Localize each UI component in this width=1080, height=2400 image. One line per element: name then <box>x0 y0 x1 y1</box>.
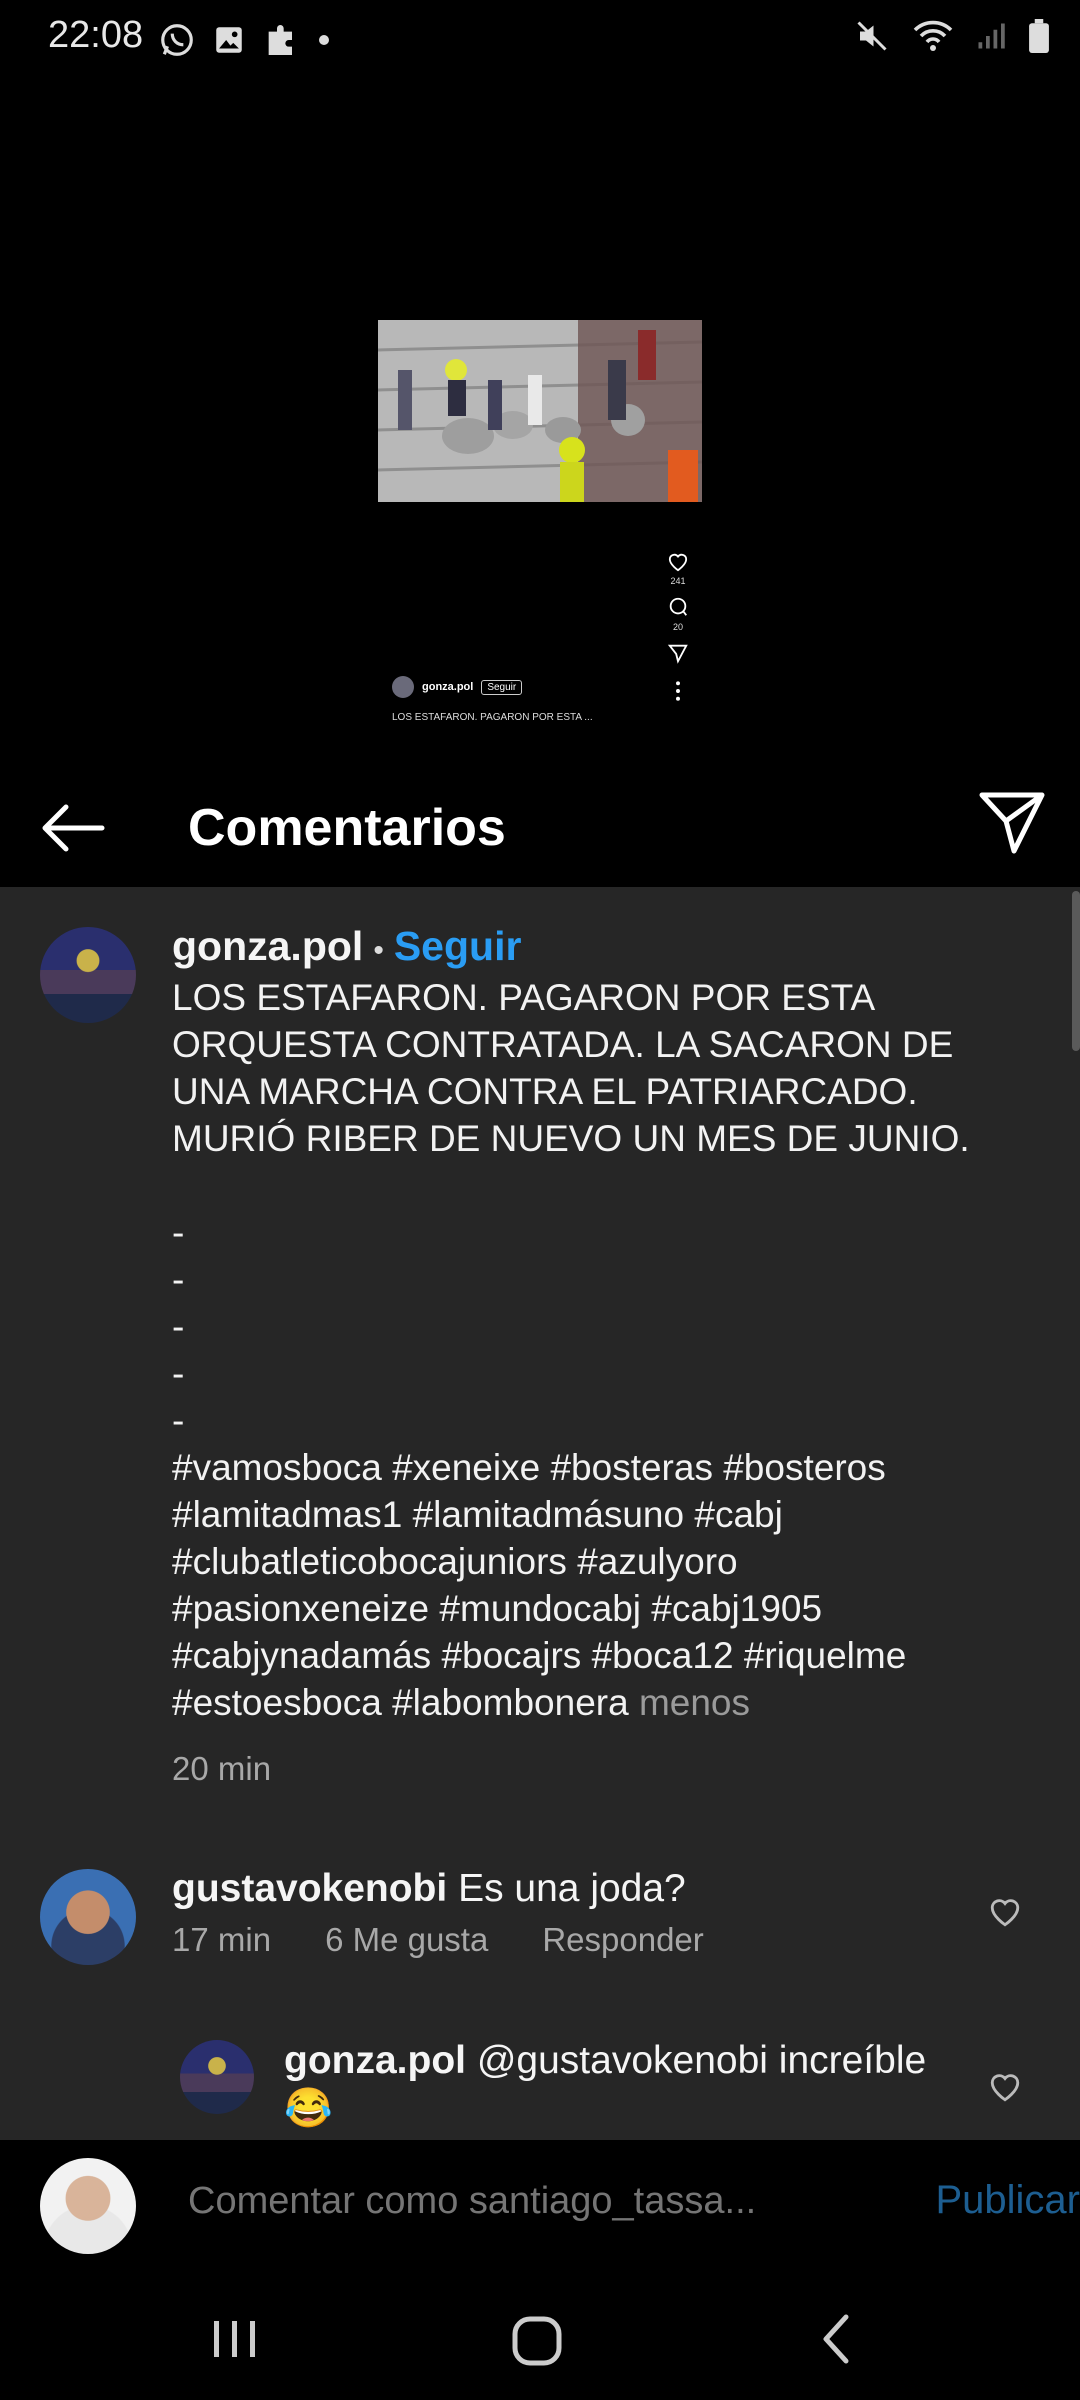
whatsapp-icon <box>161 24 193 56</box>
heart-icon[interactable] <box>667 552 689 572</box>
status-icons-right <box>854 18 1050 54</box>
avatar[interactable] <box>40 2158 136 2254</box>
battery-icon <box>1029 19 1049 53</box>
back-button[interactable] <box>38 793 108 863</box>
status-icons-left <box>158 18 330 62</box>
caption-time: 20 min <box>172 1750 272 1787</box>
avatar[interactable] <box>40 1869 136 1965</box>
avatar[interactable] <box>392 676 414 698</box>
list-item: gonza.pol @gustavokenobi increíble 😂 <box>284 2037 944 2133</box>
video-follow-button[interactable]: Seguir <box>481 679 523 695</box>
heart-icon <box>990 1899 1020 1927</box>
status-bar: 22:08 <box>0 0 1080 80</box>
comment-composer: Publicar <box>0 2140 1080 2273</box>
comment-username[interactable]: gustavokenobi <box>172 1867 447 1910</box>
list-item: gustavokenobi Es una joda? 17 min 6 Me g… <box>172 1865 952 1959</box>
signal-icon <box>978 23 1005 49</box>
avatar[interactable] <box>180 2040 254 2114</box>
recent-apps-icon <box>214 2321 255 2357</box>
heart-icon <box>990 2074 1020 2102</box>
comment-body: Es una joda? <box>458 1867 686 1910</box>
video-actions: 241 20 <box>660 552 696 702</box>
avatar[interactable] <box>40 927 136 1023</box>
mute-icon <box>857 21 887 51</box>
caption-username[interactable]: gonza.pol <box>172 923 363 969</box>
like-button[interactable] <box>988 2070 1022 2109</box>
notification-dot-icon <box>319 35 329 45</box>
paper-plane-icon <box>979 792 1045 854</box>
comment-likes[interactable]: 6 Me gusta <box>325 1921 488 1959</box>
comments-panel[interactable]: gonza.pol • Seguir LOS ESTAFARON. PAGARON … <box>0 887 1080 2140</box>
status-time: 22:08 <box>48 14 144 56</box>
video-preview[interactable]: 241 20 gonza.pol Seguir LOS ESTAFARON. P… <box>0 80 1080 765</box>
video-comment-count: 20 <box>672 622 683 632</box>
comment-meta: 17 min 6 Me gusta Responder <box>172 1921 952 1959</box>
page-title: Comentarios <box>188 799 506 857</box>
video-caption[interactable]: LOS ESTAFARON. PAGARON POR ESTA ... <box>392 712 593 723</box>
system-back-button[interactable] <box>808 2309 868 2374</box>
publish-button[interactable]: Publicar <box>935 2178 1080 2223</box>
separator-dot: • <box>373 934 384 967</box>
video-like-count: 241 <box>670 576 686 586</box>
extension-icon <box>268 25 292 55</box>
arrow-left-icon <box>42 804 105 852</box>
comments-header: Comentarios <box>0 765 1080 887</box>
scrollbar[interactable] <box>1072 891 1080 1051</box>
chevron-left-icon <box>823 2314 849 2364</box>
comment-text: gonza.pol @gustavokenobi increíble 😂 <box>284 2037 944 2133</box>
comment-icon[interactable] <box>667 596 689 618</box>
like-button[interactable] <box>988 1895 1022 1934</box>
caption-body: LOS ESTAFARON. PAGARON POR ESTA ORQUESTA… <box>172 977 970 1723</box>
recent-apps-button[interactable] <box>200 2309 270 2374</box>
home-icon <box>512 2316 562 2366</box>
video-user: gonza.pol Seguir <box>392 676 523 698</box>
caption-text: LOS ESTAFARON. PAGARON POR ESTA ORQUESTA… <box>172 974 1002 1726</box>
comment-text: gustavokenobi Es una joda? <box>172 1865 952 1913</box>
comment-input[interactable] <box>188 2180 828 2223</box>
gallery-icon <box>216 27 242 53</box>
navigation-bar <box>0 2273 1080 2400</box>
home-button[interactable] <box>503 2305 573 2380</box>
post-caption: gonza.pol • Seguir LOS ESTAFARON. PAGARON … <box>172 923 1002 1788</box>
more-options-icon[interactable] <box>673 680 683 702</box>
less-link[interactable]: menos <box>639 1682 750 1723</box>
video-username[interactable]: gonza.pol <box>422 681 473 693</box>
comment-time: 17 min <box>172 1921 272 1958</box>
send-icon[interactable] <box>667 642 689 664</box>
wifi-icon <box>913 20 953 51</box>
comment-username[interactable]: gonza.pol <box>284 2039 466 2082</box>
reply-button[interactable]: Responder <box>542 1921 703 1959</box>
share-button[interactable] <box>974 785 1050 861</box>
follow-button[interactable]: Seguir <box>394 923 522 969</box>
video-thumbnail[interactable] <box>378 320 702 502</box>
